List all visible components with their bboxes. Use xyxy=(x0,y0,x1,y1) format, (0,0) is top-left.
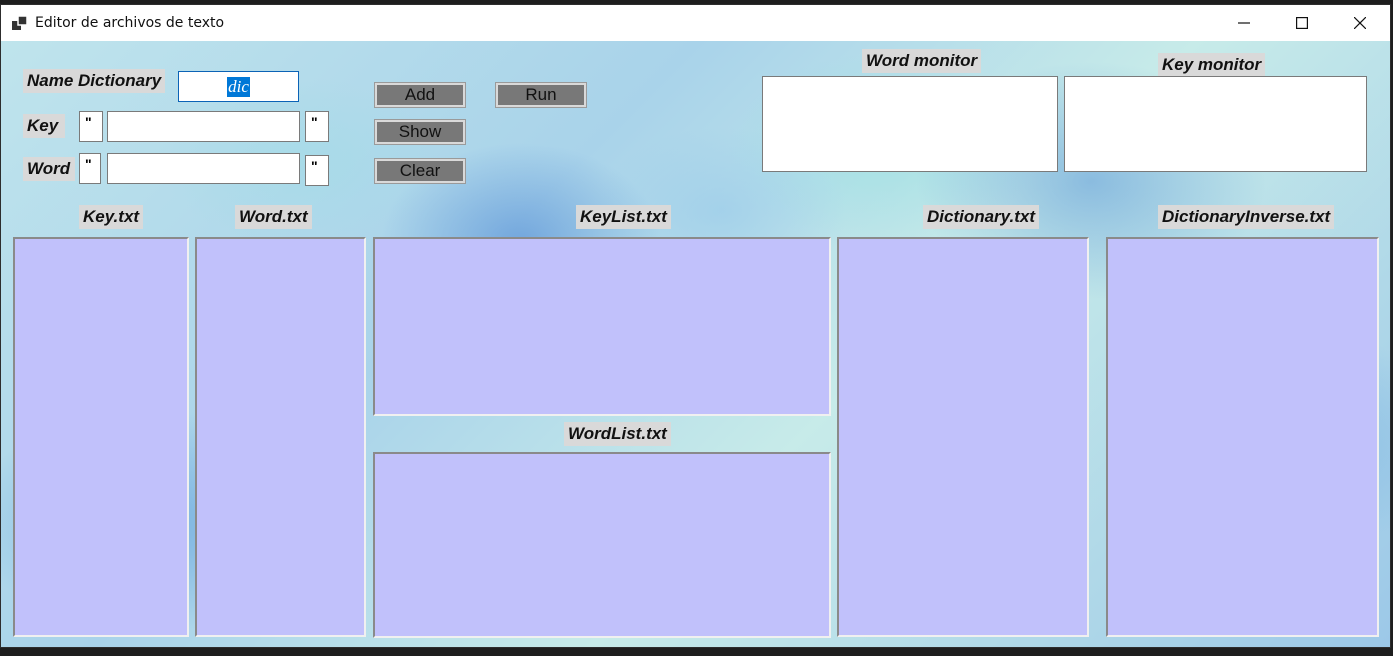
close-icon xyxy=(1354,17,1366,29)
key-label: Key xyxy=(23,114,65,138)
dictionary-inverse-txt-listbox[interactable] xyxy=(1106,237,1379,637)
wordlist-txt-label: WordList.txt xyxy=(564,422,671,446)
word-monitor-box[interactable] xyxy=(762,76,1058,172)
word-txt-label: Word.txt xyxy=(235,205,312,229)
dictionary-txt-listbox[interactable] xyxy=(837,237,1089,637)
key-monitor-box[interactable] xyxy=(1064,76,1367,172)
key-monitor-label: Key monitor xyxy=(1158,53,1266,77)
keylist-txt-listbox[interactable] xyxy=(373,237,831,416)
title-bar[interactable]: Editor de archivos de texto xyxy=(1,5,1390,41)
add-button[interactable]: Add xyxy=(374,82,466,108)
close-button[interactable] xyxy=(1331,5,1389,41)
key-open-quote: " xyxy=(79,111,103,142)
app-window: Editor de archivos de texto Name Diction… xyxy=(0,4,1391,648)
name-dictionary-value: dic xyxy=(227,76,250,97)
client-area: Name Dictionary dic Key " " Word " " Add… xyxy=(1,41,1390,647)
name-dictionary-input[interactable]: dic xyxy=(178,71,299,102)
word-input[interactable] xyxy=(107,153,300,184)
background-editor-bottom xyxy=(0,648,1393,656)
key-txt-listbox[interactable] xyxy=(13,237,189,637)
dictionary-txt-label: Dictionary.txt xyxy=(923,205,1040,229)
maximize-icon xyxy=(1296,17,1308,29)
word-label: Word xyxy=(23,157,75,181)
key-txt-label: Key.txt xyxy=(79,205,144,229)
window-title: Editor de archivos de texto xyxy=(35,15,225,31)
word-open-quote: " xyxy=(79,153,101,184)
word-monitor-label: Word monitor xyxy=(862,49,982,73)
app-icon xyxy=(12,16,28,30)
wordlist-txt-listbox[interactable] xyxy=(373,452,831,638)
dictionary-inverse-txt-label: DictionaryInverse.txt xyxy=(1158,205,1335,229)
run-button[interactable]: Run xyxy=(495,82,587,108)
key-input[interactable] xyxy=(107,111,300,142)
minimize-button[interactable] xyxy=(1215,5,1273,41)
key-close-quote: " xyxy=(305,111,329,142)
name-dictionary-label: Name Dictionary xyxy=(23,69,166,93)
maximize-button[interactable] xyxy=(1273,5,1331,41)
word-txt-listbox[interactable] xyxy=(195,237,366,637)
keylist-txt-label: KeyList.txt xyxy=(576,205,671,229)
word-close-quote: " xyxy=(305,155,329,186)
minimize-icon xyxy=(1238,22,1250,24)
clear-button[interactable]: Clear xyxy=(374,158,466,184)
show-button[interactable]: Show xyxy=(374,119,466,145)
